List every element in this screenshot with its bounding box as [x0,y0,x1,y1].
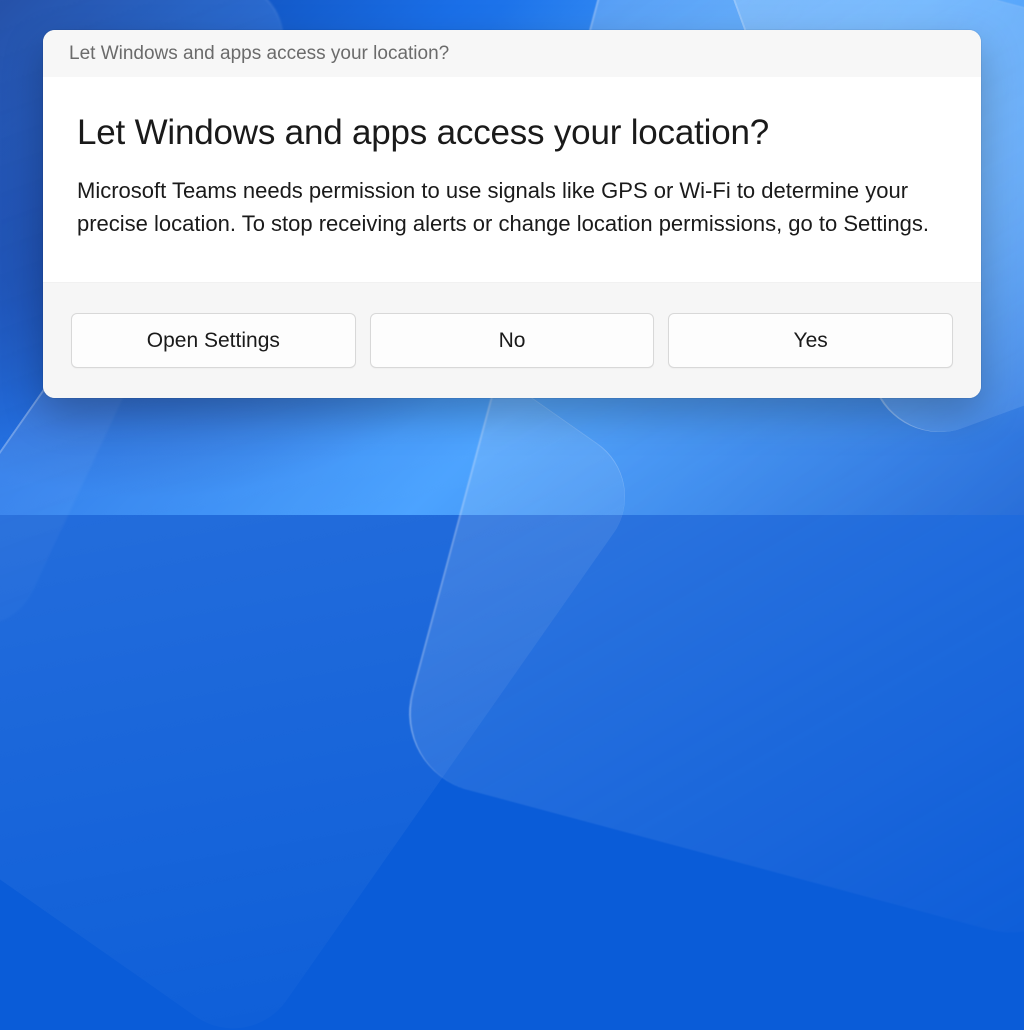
dialog-body: Let Windows and apps access your locatio… [43,77,981,282]
no-button[interactable]: No [370,313,655,368]
dialog-heading: Let Windows and apps access your locatio… [77,113,947,153]
dialog-titlebar: Let Windows and apps access your locatio… [43,30,981,77]
dialog-footer: Open Settings No Yes [43,282,981,398]
open-settings-button[interactable]: Open Settings [71,313,356,368]
dialog-titlebar-text: Let Windows and apps access your locatio… [69,43,449,64]
location-permission-dialog: Let Windows and apps access your locatio… [43,30,981,398]
dialog-message: Microsoft Teams needs permission to use … [77,175,947,240]
yes-button[interactable]: Yes [668,313,953,368]
